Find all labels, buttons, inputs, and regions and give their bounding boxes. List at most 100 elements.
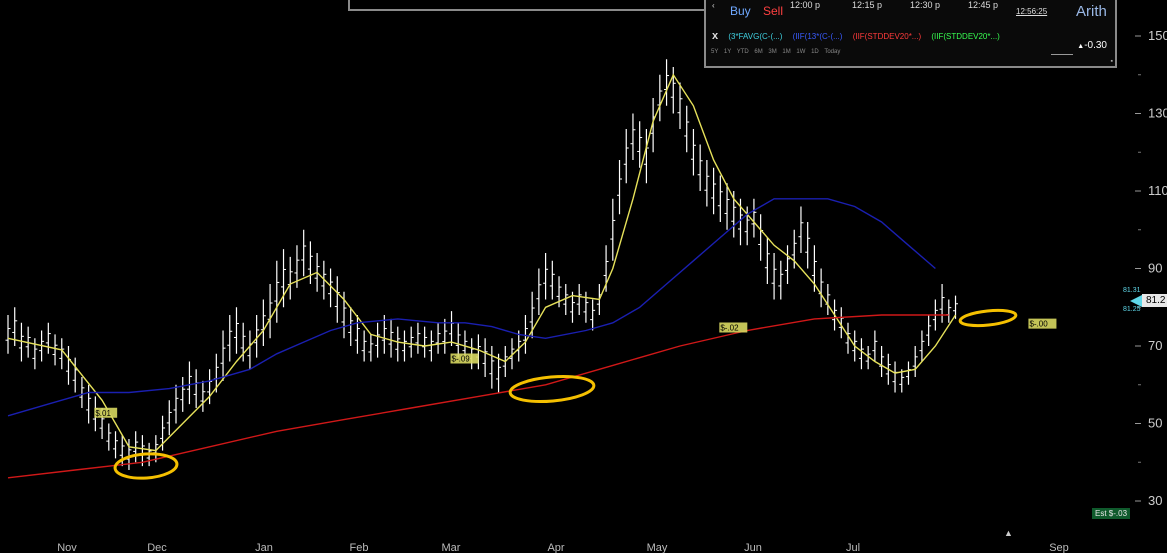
ohlc-bar (422, 326, 428, 358)
intraday-panel[interactable]: ‹ Buy Sell 12:00 p 12:15 p 12:30 p 12:45… (704, 0, 1117, 68)
ohlc-bar (301, 229, 307, 277)
y-tick-label: 130 (1148, 106, 1167, 121)
study-list: x (3*FAVG(C-(...) (IIF(13*(C-(...) (IIF(… (712, 30, 1000, 42)
range-option[interactable]: YTD (737, 49, 749, 55)
y-tick-label: 110 (1148, 183, 1167, 198)
ohlc-bar (825, 284, 831, 315)
time-label: 12:00 p (790, 0, 821, 10)
scale-toggle[interactable]: Arith (1076, 3, 1107, 20)
ohlc-bar (677, 82, 683, 129)
ohlc-bar (45, 322, 51, 354)
ohlc-bar (536, 268, 542, 315)
value-readout: ▲-0.30 (1077, 40, 1107, 51)
annotation-ellipse-dec (113, 452, 179, 480)
ohlc-bar (664, 59, 670, 106)
range-option[interactable]: 1Y (724, 49, 731, 55)
range-option[interactable]: Today (824, 49, 840, 55)
y-tick-label: 150 (1148, 28, 1167, 43)
ohlc-bar (939, 284, 945, 323)
ohlc-bar (690, 129, 696, 176)
last-price-tag: 81.2 (1142, 294, 1167, 307)
ohlc-bar (173, 384, 179, 424)
range-option[interactable]: 1W (796, 49, 805, 55)
range-option[interactable]: 6M (754, 49, 762, 55)
ohlc-bar (872, 330, 878, 362)
range-selector: 5Y 1Y YTD 6M 3M 1M 1W 1D Today (711, 49, 840, 55)
ohlc-bar (543, 253, 549, 300)
price-high-label: 81.31 (1123, 287, 1141, 294)
ohlc-bar (401, 330, 407, 362)
ohlc-bar (623, 129, 629, 184)
price-chart[interactable]: $.01 $-.09 $-.02 $-.00 Nov Dec Jan Feb Mar Apr Ma… (0, 0, 1167, 553)
close-icon[interactable]: x (712, 30, 718, 42)
ohlc-bar (52, 334, 58, 366)
mid-average-line (7, 198, 936, 417)
svg-text:$-.00: $-.00 (1029, 320, 1048, 329)
ohlc-bar (926, 315, 932, 346)
ohlc-bar (455, 322, 461, 358)
ohlc-bar (274, 260, 280, 323)
buy-button[interactable]: Buy (730, 4, 751, 18)
ohlc-bar (912, 346, 918, 377)
ohlc-bar (482, 338, 488, 377)
y-axis: 150 130 110 90 70 50 30 (1135, 28, 1167, 508)
ohlc-bar (368, 334, 374, 362)
study-label[interactable]: (IIF(STDDEV20*...) (853, 32, 921, 41)
ohlc-bar (307, 241, 313, 284)
scroll-up-arrow-icon[interactable]: ▲ (1004, 528, 1013, 538)
ohlc-bar (348, 307, 354, 346)
ohlc-bar (650, 98, 656, 153)
range-option[interactable]: 1M (782, 49, 790, 55)
annotation-ellipse-jul (958, 308, 1018, 328)
price-bars (5, 59, 959, 470)
price-low-label: 81.25 (1123, 306, 1141, 313)
svg-text:$-.09: $-.09 (452, 355, 471, 364)
ohlc-bar (180, 377, 186, 412)
study-label[interactable]: (3*FAVG(C-(...) (728, 32, 782, 41)
ohlc-bar (72, 357, 78, 393)
ohlc-bar (892, 361, 898, 393)
x-tick-label: Feb (350, 542, 369, 553)
ohlc-bar (717, 175, 723, 222)
svg-text:$-.02: $-.02 (720, 324, 739, 333)
y-tick-label: 50 (1148, 416, 1162, 431)
range-option[interactable]: 1D (811, 49, 819, 55)
study-label[interactable]: (IIF(STDDEV20*...) (931, 32, 999, 41)
ohlc-bar (59, 338, 65, 370)
ohlc-bar (193, 369, 199, 408)
ohlc-bar (395, 326, 401, 362)
earnings-label: $-.02 (719, 322, 748, 333)
ohlc-bar (475, 334, 481, 370)
ohlc-bar (697, 144, 703, 191)
y-tick-label: 90 (1148, 261, 1162, 276)
ohlc-bar (798, 206, 804, 253)
ohlc-bar (227, 315, 233, 362)
readout-slider[interactable] (1051, 54, 1073, 55)
ohlc-bar (260, 299, 266, 346)
ohlc-bar (684, 105, 690, 153)
svg-text:$.01: $.01 (95, 409, 111, 418)
ohlc-bar (858, 338, 864, 370)
study-label[interactable]: (IIF(13*(C-(...) (793, 32, 843, 41)
sell-button[interactable]: Sell (763, 4, 783, 18)
ohlc-bar (200, 380, 206, 412)
ohlc-bar (630, 113, 636, 160)
ohlc-bar (489, 346, 495, 389)
x-tick-label: May (647, 542, 668, 553)
ohlc-bar (86, 384, 92, 424)
ohlc-bar (354, 315, 360, 354)
selection-box-edge (348, 0, 704, 11)
estimate-badge[interactable]: Est $-.03 (1092, 508, 1131, 519)
range-option[interactable]: 5Y (711, 49, 718, 55)
ohlc-bar (946, 299, 952, 323)
ohlc-bar (186, 361, 192, 405)
range-option[interactable]: 3M (768, 49, 776, 55)
ohlc-bar (233, 307, 239, 354)
readout-value: -0.30 (1084, 40, 1107, 51)
ohlc-bar (220, 330, 226, 381)
chevron-left-icon[interactable]: ‹ (712, 1, 715, 10)
earnings-label: $-.09 (450, 353, 479, 364)
ohlc-bar (415, 322, 421, 354)
ohlc-bar (576, 284, 582, 315)
resize-grip-icon[interactable]: ▪ (1111, 58, 1113, 65)
